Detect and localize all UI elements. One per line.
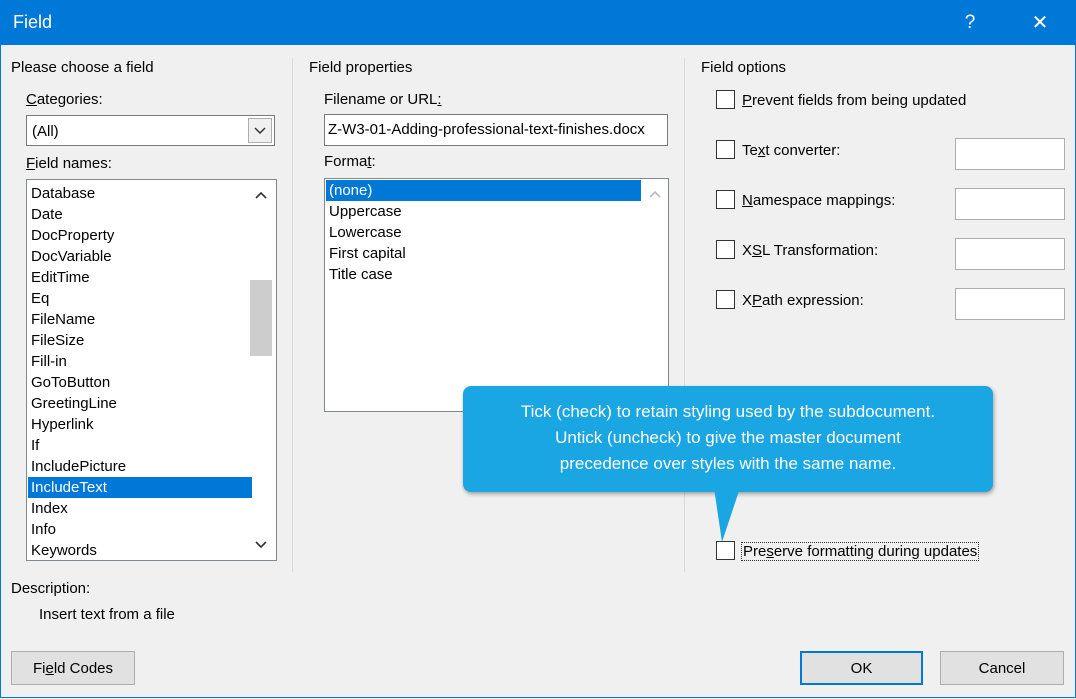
list-item[interactable]: Eq: [31, 288, 49, 309]
list-item[interactable]: IncludeText: [28, 477, 252, 498]
xpath-label: XPath expression:: [742, 292, 864, 309]
preserve-formatting-label: Preserve formatting during updates: [741, 542, 980, 561]
window-title: Field: [13, 12, 53, 32]
text-converter-label: Text converter:: [742, 142, 841, 159]
list-item[interactable]: First capital: [329, 243, 406, 264]
scroll-up-icon[interactable]: [249, 184, 273, 206]
field-names-list[interactable]: Database Date DocProperty DocVariable EditTi…: [26, 179, 277, 561]
xsl-label: XSL Transformation:: [742, 242, 879, 259]
xpath-checkbox[interactable]: [716, 290, 735, 309]
callout-pointer: [714, 488, 740, 542]
namespace-label: Namespace mappings:: [742, 192, 896, 209]
divider: [292, 58, 293, 572]
callout-line: Untick (uncheck) to give the master docu…: [555, 428, 901, 447]
close-icon[interactable]: ✕: [1016, 0, 1064, 45]
text-converter-input[interactable]: [955, 138, 1065, 170]
list-item[interactable]: Info: [31, 519, 56, 540]
list-item[interactable]: GreetingLine: [31, 393, 117, 414]
categories-value: (All): [32, 123, 59, 140]
list-item[interactable]: DocVariable: [31, 246, 112, 267]
categories-dropdown[interactable]: (All): [26, 115, 275, 146]
filename-label: Filename or URL:: [324, 91, 442, 108]
list-item[interactable]: FileName: [31, 309, 95, 330]
text-converter-checkbox[interactable]: [716, 140, 735, 159]
title-bar: Field ? ✕: [0, 0, 1076, 45]
description-text: Insert text from a file: [39, 606, 175, 623]
field-codes-button[interactable]: Fi e ld Codes: [11, 651, 135, 685]
list-item[interactable]: Title case: [329, 264, 393, 285]
description-label: Description:: [11, 580, 91, 597]
field-names-label: Field names:: [26, 155, 112, 172]
chevron-down-icon[interactable]: [248, 118, 272, 143]
list-item[interactable]: GoToButton: [31, 372, 110, 393]
help-icon[interactable]: ?: [946, 0, 994, 45]
choose-field-heading: Please choose a field: [11, 59, 154, 76]
namespace-checkbox[interactable]: [716, 190, 735, 209]
divider: [684, 58, 685, 572]
list-item[interactable]: Lowercase: [329, 222, 402, 243]
xsl-checkbox[interactable]: [716, 240, 735, 259]
list-item[interactable]: EditTime: [31, 267, 90, 288]
list-item[interactable]: Uppercase: [329, 201, 402, 222]
ok-button[interactable]: OK: [800, 651, 923, 685]
xsl-input[interactable]: [955, 238, 1065, 270]
list-item[interactable]: Keywords: [31, 540, 97, 561]
list-item[interactable]: FileSize: [31, 330, 84, 351]
filename-input[interactable]: Z-W3-01-Adding-professional-text-finishe…: [324, 114, 668, 146]
scrollbar-thumb[interactable]: [250, 280, 272, 356]
filename-value: Z-W3-01-Adding-professional-text-finishe…: [328, 121, 645, 138]
scroll-down-icon[interactable]: [249, 534, 273, 556]
format-list[interactable]: (none) Uppercase Lowercase First capital Tit…: [324, 178, 669, 412]
callout-line: precedence over styles with the same nam…: [559, 454, 897, 473]
prevent-updates-label: Prevent fields from being updated: [742, 92, 967, 109]
list-item[interactable]: Hyperlink: [31, 414, 94, 435]
namespace-input[interactable]: [955, 188, 1065, 220]
xpath-input[interactable]: [955, 288, 1065, 320]
list-item[interactable]: If: [31, 435, 39, 456]
callout-line: Tick (check) to retain styling used by t…: [520, 402, 936, 421]
list-item[interactable]: Fill-in: [31, 351, 67, 372]
list-item[interactable]: Index: [31, 498, 68, 519]
list-item[interactable]: IncludePicture: [31, 456, 126, 477]
field-options-heading: Field options: [701, 59, 787, 76]
categories-label: Categories:: [26, 91, 103, 108]
callout-tooltip: Tick (check) to retain styling used by t…: [463, 386, 993, 492]
list-item[interactable]: Date: [31, 204, 63, 225]
prevent-updates-checkbox[interactable]: [716, 90, 735, 109]
list-item[interactable]: Database: [31, 183, 95, 204]
list-item[interactable]: (none): [326, 180, 641, 201]
scroll-up-icon[interactable]: [643, 183, 667, 205]
list-item[interactable]: DocProperty: [31, 225, 114, 246]
cancel-button[interactable]: Cancel: [940, 651, 1064, 685]
field-properties-heading: Field properties: [309, 59, 413, 76]
format-label: Format:: [324, 153, 376, 170]
